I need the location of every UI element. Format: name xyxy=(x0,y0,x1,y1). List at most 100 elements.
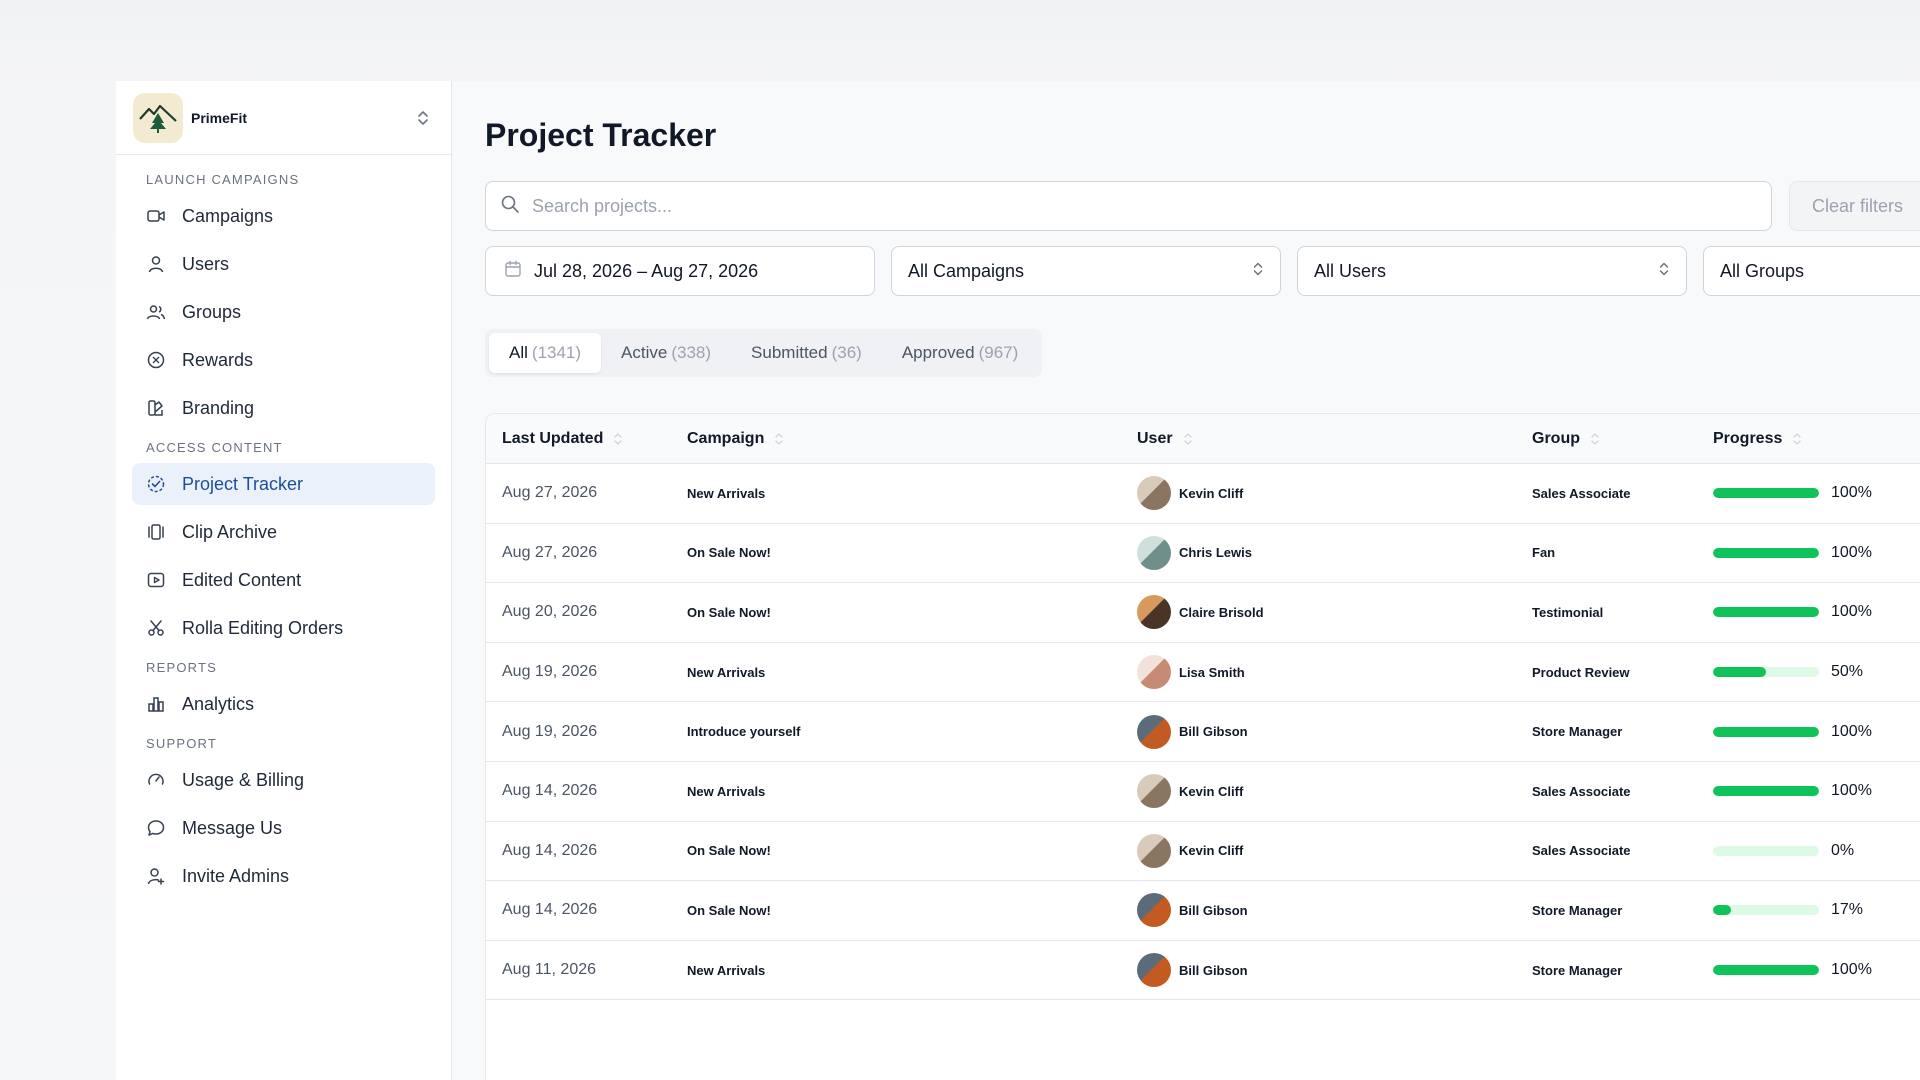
cell-group: Store Manager xyxy=(1532,902,1623,918)
progress-bar xyxy=(1713,965,1819,976)
tab-submitted[interactable]: Submitted (36) xyxy=(731,333,882,373)
sidebar-item-usage-billing[interactable]: Usage & Billing xyxy=(132,759,435,801)
table-row[interactable]: Aug 14, 2026 New Arrivals Kevin Cliff Sales… xyxy=(486,762,1920,822)
table-row[interactable]: Aug 20, 2026 On Sale Now! Claire Brisold Te… xyxy=(486,583,1920,643)
tab-active[interactable]: Active (338) xyxy=(601,333,731,373)
search-icon xyxy=(500,194,520,219)
section-title: SUPPORT xyxy=(146,736,218,751)
sort-icon xyxy=(613,432,623,446)
calendar-icon xyxy=(504,260,522,283)
sidebar-item-label: Users xyxy=(182,253,230,274)
column-header-user[interactable]: User xyxy=(1137,430,1532,448)
filter-row: Jul 28, 2026 – Aug 27, 2026 All Campaign… xyxy=(485,246,1920,296)
users-select[interactable]: All Users xyxy=(1297,246,1687,296)
cell-progress: 17% xyxy=(1713,901,1920,919)
date-range-picker[interactable]: Jul 28, 2026 – Aug 27, 2026 xyxy=(485,246,875,296)
progress-fill xyxy=(1713,488,1819,499)
table-row[interactable]: Aug 19, 2026 Introduce yourself Bill Gibso… xyxy=(486,702,1920,762)
progress-label: 100% xyxy=(1831,782,1872,800)
sidebar-item-project-tracker[interactable]: Project Tracker xyxy=(132,463,435,505)
progress-fill xyxy=(1713,786,1819,797)
cell-campaign: New Arrivals xyxy=(687,962,766,978)
avatar xyxy=(1137,953,1171,988)
sidebar-item-label: Clip Archive xyxy=(182,521,278,542)
sort-icon xyxy=(1183,432,1193,446)
sidebar-item-analytics[interactable]: Analytics xyxy=(132,683,435,725)
sidebar-item-campaigns[interactable]: Campaigns xyxy=(132,195,435,237)
cell-group: Store Manager xyxy=(1532,962,1623,978)
cell-campaign: On Sale Now! xyxy=(687,843,771,859)
cell-last-updated: Aug 11, 2026 xyxy=(502,961,597,979)
progress-bar xyxy=(1713,488,1819,499)
brand-name: PrimeFit xyxy=(191,109,248,126)
cell-user: Kevin Cliff xyxy=(1137,476,1532,511)
nav-section-reports: REPORTS Analytics xyxy=(132,659,435,725)
chevron-up-down-icon xyxy=(1658,261,1670,282)
sidebar-item-edited-content[interactable]: Edited Content xyxy=(132,559,435,601)
sidebar-item-users[interactable]: Users xyxy=(132,243,435,285)
column-header-label: Progress xyxy=(1713,429,1783,447)
tab-all[interactable]: All (1341) xyxy=(489,333,602,373)
tab-label: Submitted xyxy=(751,343,828,362)
sidebar-item-invite-admins[interactable]: Invite Admins xyxy=(132,855,435,897)
clear-filters-button[interactable]: Clear filters xyxy=(1789,181,1920,231)
brand-swatch-icon xyxy=(146,398,166,418)
cell-user: Kevin Cliff xyxy=(1137,774,1532,809)
table-row[interactable]: Aug 11, 2026 New Arrivals Bill Gibson Store… xyxy=(486,941,1920,1001)
column-header-group[interactable]: Group xyxy=(1532,430,1713,448)
nav-section-support: SUPPORT Usage & Billing Message Us Invit… xyxy=(132,735,435,897)
brand-logo xyxy=(133,92,183,143)
avatar xyxy=(1137,476,1171,511)
progress-label: 100% xyxy=(1831,722,1872,740)
campaigns-select[interactable]: All Campaigns xyxy=(891,246,1281,296)
sidebar-item-rewards[interactable]: Rewards xyxy=(132,339,435,381)
avatar xyxy=(1137,893,1171,928)
progress-fill xyxy=(1713,905,1732,916)
cell-user: Lisa Smith xyxy=(1137,655,1532,690)
tab-label: Active xyxy=(621,343,668,362)
chevron-up-down-icon[interactable] xyxy=(411,106,435,130)
cell-group: Product Review xyxy=(1532,664,1630,680)
search-input[interactable] xyxy=(532,195,1757,217)
avatar xyxy=(1137,833,1171,868)
cell-progress: 50% xyxy=(1713,663,1920,681)
sidebar: PrimeFit LAUNCH CAMPAIGNS Campaigns User… xyxy=(116,81,452,1080)
play-square-icon xyxy=(146,570,166,590)
gauge-icon xyxy=(146,770,166,790)
tab-count: (338) xyxy=(671,343,712,362)
user-name: Kevin Cliff xyxy=(1179,783,1244,799)
sidebar-item-groups[interactable]: Groups xyxy=(132,291,435,333)
column-header-campaign[interactable]: Campaign xyxy=(687,430,1137,448)
section-title: REPORTS xyxy=(146,660,218,675)
projects-table: Last Updated Campaign User Group Progres… xyxy=(485,413,1920,1080)
sidebar-item-message-us[interactable]: Message Us xyxy=(132,807,435,849)
progress-fill xyxy=(1713,965,1819,976)
cell-progress: 100% xyxy=(1713,723,1920,741)
sidebar-item-label: Campaigns xyxy=(182,205,274,226)
search-box[interactable] xyxy=(485,181,1772,231)
column-header-last-updated[interactable]: Last Updated xyxy=(486,430,687,448)
table-row[interactable]: Aug 19, 2026 New Arrivals Lisa Smith Produc… xyxy=(486,643,1920,703)
sidebar-item-rolla-editing-orders[interactable]: Rolla Editing Orders xyxy=(132,607,435,649)
cell-user: Bill Gibson xyxy=(1137,953,1532,988)
table-row[interactable]: Aug 27, 2026 New Arrivals Kevin Cliff Sales… xyxy=(486,464,1920,524)
cell-campaign: On Sale Now! xyxy=(687,604,771,620)
column-header-progress[interactable]: Progress xyxy=(1713,430,1920,448)
table-row[interactable]: Aug 14, 2026 On Sale Now! Kevin Cliff Sales… xyxy=(486,822,1920,882)
groups-select-value: All Groups xyxy=(1720,260,1805,281)
cell-progress: 0% xyxy=(1713,842,1920,860)
cell-progress: 100% xyxy=(1713,782,1920,800)
progress-bar xyxy=(1713,726,1819,737)
groups-select[interactable]: All Groups xyxy=(1703,246,1920,296)
cell-group: Testimonial xyxy=(1532,604,1604,620)
sidebar-item-clip-archive[interactable]: Clip Archive xyxy=(132,511,435,553)
workspace-switcher[interactable]: PrimeFit xyxy=(116,81,451,155)
tab-approved[interactable]: Approved (967) xyxy=(882,333,1038,373)
progress-bar xyxy=(1713,667,1819,678)
sidebar-item-branding[interactable]: Branding xyxy=(132,387,435,429)
user-name: Chris Lewis xyxy=(1179,545,1252,561)
table-row[interactable]: Aug 27, 2026 On Sale Now! Chris Lewis Fan 10… xyxy=(486,524,1920,584)
cell-user: Bill Gibson xyxy=(1137,893,1532,928)
cell-last-updated: Aug 19, 2026 xyxy=(502,663,598,681)
table-row[interactable]: Aug 14, 2026 On Sale Now! Bill Gibson Store… xyxy=(486,881,1920,941)
